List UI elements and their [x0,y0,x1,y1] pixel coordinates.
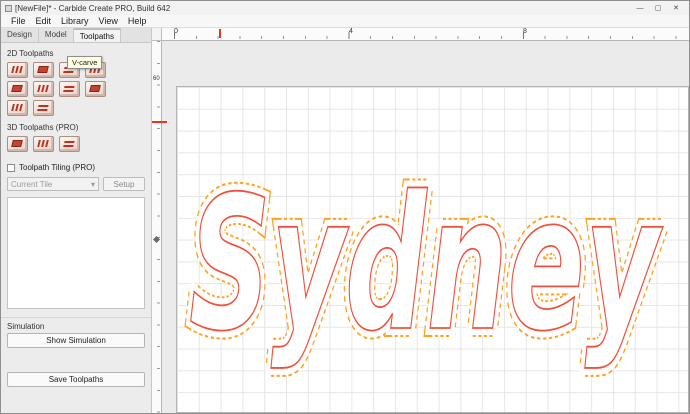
menu-view[interactable]: View [94,16,123,26]
x-origin-marker [219,29,221,38]
toolpath-offset-icon[interactable] [59,81,80,97]
toolpath-engrave-icon[interactable] [7,81,28,97]
simulation-label: Simulation [7,322,145,331]
toolpath-3d-finish-icon[interactable] [33,136,54,152]
v-carve-tooltip: V-carve [67,56,102,69]
design-canvas: Sydney Sydney Sydney [162,41,689,413]
canvas-area[interactable]: 0 4 8 60 Sydney Sydney Sydney [152,28,689,413]
app-icon [5,5,12,12]
current-tile-row: Current Tile ▾ Setup [7,177,145,191]
3d-toolpath-grid [7,136,145,152]
toolpath-3d-rough-icon[interactable] [7,136,28,152]
tab-toolpaths[interactable]: Toolpaths [74,28,121,42]
close-button[interactable]: ✕ [667,2,685,15]
toolpath-rest-machining-icon[interactable] [85,81,106,97]
ruler-label-0: 0 [174,28,178,35]
menu-library[interactable]: Library [56,16,94,26]
ruler-corner [152,28,162,41]
toolpath-tiling-checkbox[interactable] [7,164,15,172]
ruler-label-8: 8 [523,28,527,35]
tab-model[interactable]: Model [39,28,74,42]
toolpath-texture-icon[interactable] [33,81,54,97]
maximize-button[interactable]: ▢ [649,2,667,15]
setup-button[interactable]: Setup [103,177,145,191]
toolpaths-panel: 2D Toolpaths V-carve 3D Toolpaths (PRO) [1,43,151,413]
menu-edit[interactable]: Edit [31,16,57,26]
3d-toolpaths-title: 3D Toolpaths (PRO) [7,123,145,132]
show-simulation-button[interactable]: Show Simulation [7,333,145,348]
toolpath-list[interactable] [7,197,145,309]
menu-help[interactable]: Help [123,16,152,26]
ruler-label-4: 4 [349,28,353,35]
sidebar: Design Model Toolpaths 2D Toolpaths [1,28,152,413]
menu-bar: File Edit Library View Help [1,15,689,28]
toolpath-tiling-row: Toolpath Tiling (PRO) [7,163,145,172]
toolpath-keyhole-icon[interactable] [33,100,54,116]
design-text-contour: Sydney [189,156,664,372]
current-tile-dropdown[interactable]: Current Tile ▾ [7,177,99,191]
tab-design[interactable]: Design [1,28,39,42]
divider [1,317,151,318]
toolpath-drill-icon[interactable] [7,100,28,116]
title-bar: [NewFile]* - Carbide Create PRO, Build 6… [1,1,689,15]
y-origin-marker [152,121,167,123]
toolpath-3d-contour-icon[interactable] [59,136,80,152]
toolpath-contour-icon[interactable] [7,62,28,78]
current-tile-value: Current Tile [11,180,52,189]
chevron-down-icon: ▾ [91,180,95,189]
window-title: [NewFile]* - Carbide Create PRO, Build 6… [15,4,631,13]
toolpath-pocket-icon[interactable] [33,62,54,78]
toolpath-tiling-label: Toolpath Tiling (PRO) [19,163,95,172]
2d-toolpath-grid [7,62,145,116]
vertical-ruler: 60 [152,41,162,413]
save-toolpaths-button[interactable]: Save Toolpaths [7,372,145,387]
sidebar-tabs: Design Model Toolpaths [1,28,151,43]
horizontal-ruler: 0 4 8 [162,28,689,41]
app-window: [NewFile]* - Carbide Create PRO, Build 6… [0,0,690,414]
menu-file[interactable]: File [6,16,31,26]
minimize-button[interactable]: — [631,2,649,15]
ruler-label-60: 60 [153,76,160,82]
sydney-design-object[interactable]: Sydney Sydney Sydney [189,156,664,372]
